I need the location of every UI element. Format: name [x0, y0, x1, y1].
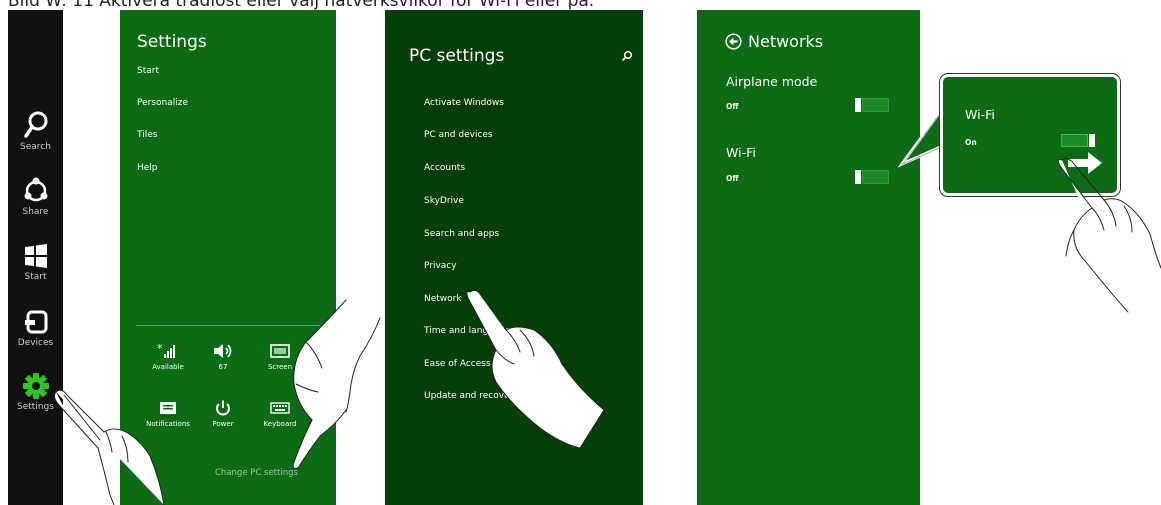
hand-pointer-icon	[466, 289, 605, 449]
hand-pointer-icon	[1057, 158, 1161, 313]
pointing-hands-illustration	[53, 158, 1161, 505]
hand-pointer-icon	[53, 389, 165, 505]
hand-pointer-icon	[292, 299, 381, 469]
